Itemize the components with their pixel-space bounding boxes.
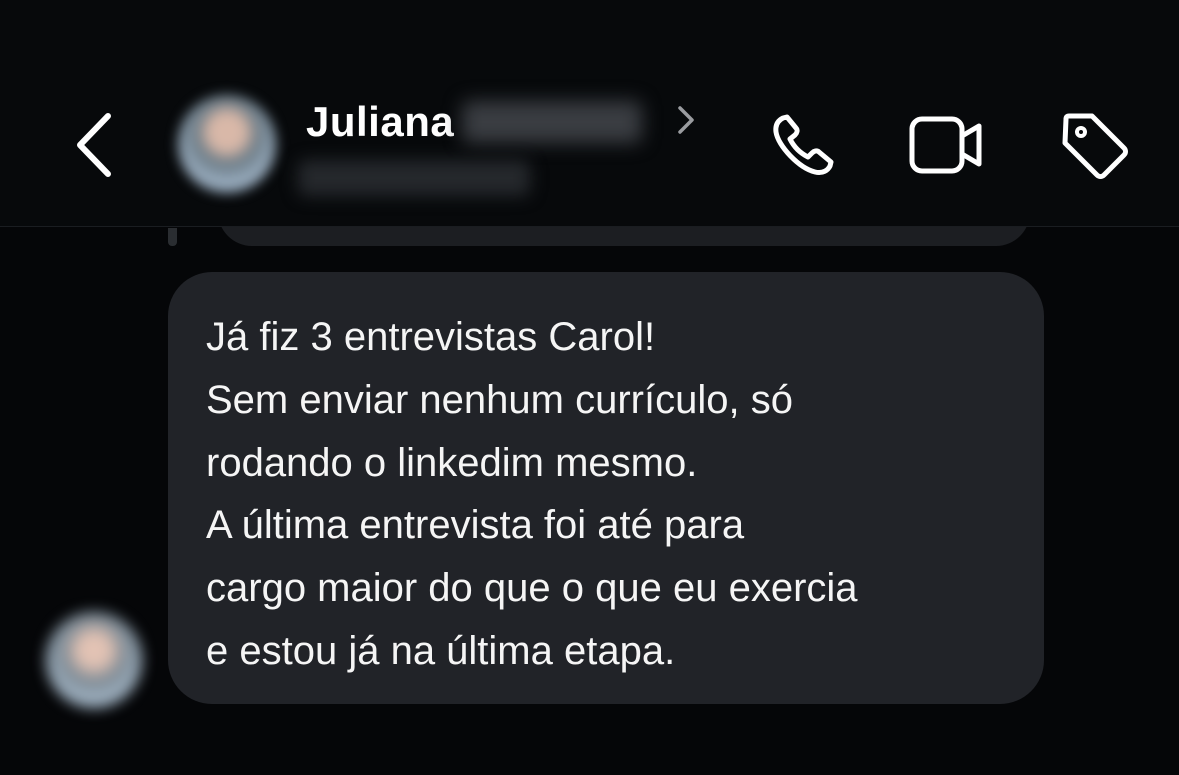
chevron-left-icon xyxy=(77,113,111,177)
message-bubble[interactable]: Já fiz 3 entrevistas Carol! Sem enviar n… xyxy=(168,272,1044,704)
sender-avatar[interactable] xyxy=(46,612,142,708)
contact-surname-redacted xyxy=(462,101,643,143)
phone-icon xyxy=(773,114,834,175)
message-line: e estou já na última etapa. xyxy=(206,628,676,673)
contact-name: Juliana xyxy=(306,98,455,145)
tag-icon xyxy=(1062,113,1128,179)
contact-avatar[interactable] xyxy=(178,95,276,193)
scroll-indicator xyxy=(168,228,177,246)
chevron-right-icon[interactable] xyxy=(672,100,700,140)
tag-button[interactable] xyxy=(1054,108,1134,182)
message-line: cargo maior do que o que eu exercia xyxy=(206,566,858,611)
back-button[interactable] xyxy=(62,100,126,190)
message-line: A última entrevista foi até para xyxy=(206,503,745,548)
call-button[interactable] xyxy=(764,108,844,182)
contact-name-button[interactable]: Juliana xyxy=(306,92,643,152)
contact-handle-redacted xyxy=(298,160,530,196)
message-line: Sem enviar nenhum currículo, só xyxy=(206,377,793,422)
message-line: rodando o linkedim mesmo. xyxy=(206,440,698,485)
message-line: Já fiz 3 entrevistas Carol! xyxy=(206,315,656,359)
video-camera-icon xyxy=(909,116,982,174)
chat-header: Juliana xyxy=(0,0,1179,227)
video-call-button[interactable] xyxy=(906,108,986,182)
